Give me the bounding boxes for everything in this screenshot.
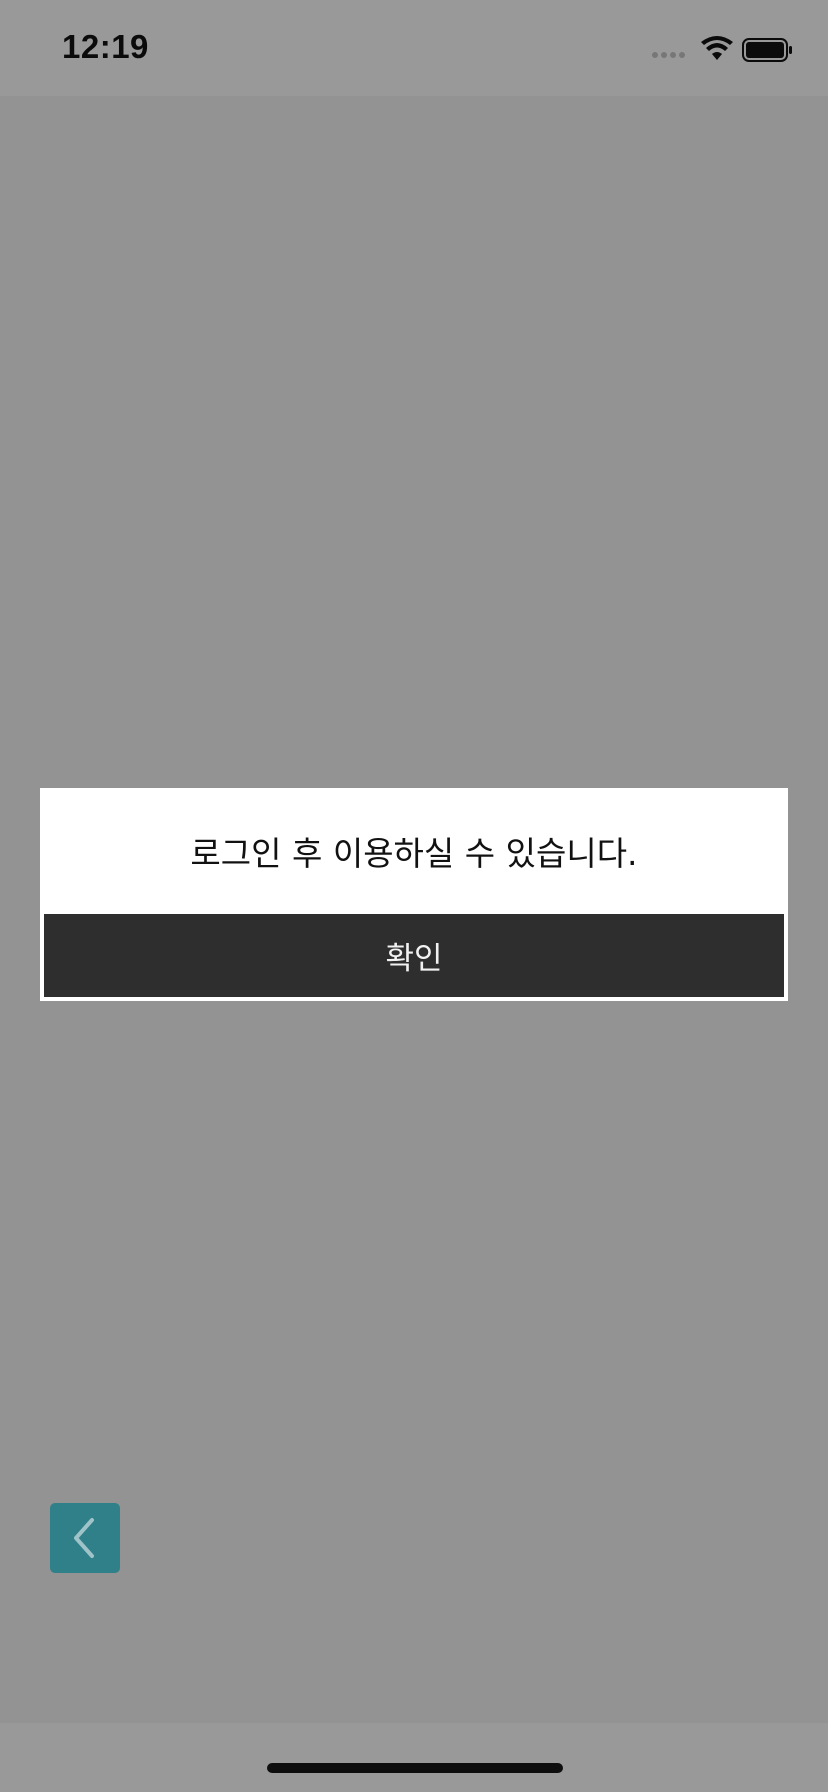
status-bar: 12:19: [0, 0, 828, 96]
battery-icon: [742, 38, 794, 66]
signal-icon: [652, 52, 685, 58]
chevron-left-icon: [74, 1518, 94, 1558]
dialog-message: 로그인 후 이용하실 수 있습니다.: [190, 834, 638, 873]
status-time: 12:19: [62, 28, 149, 65]
confirm-button[interactable]: 확인: [44, 914, 784, 997]
home-area: [0, 1723, 828, 1792]
back-button[interactable]: [50, 1503, 120, 1573]
home-indicator[interactable]: [267, 1763, 563, 1773]
wifi-icon: [700, 36, 734, 66]
alert-dialog: 로그인 후 이용하실 수 있습니다. 확인: [40, 788, 788, 1001]
